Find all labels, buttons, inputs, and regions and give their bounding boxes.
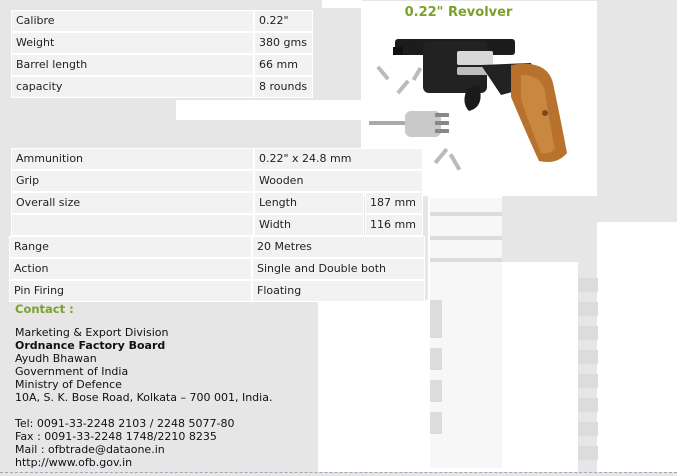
contact-website-link[interactable]: http://www.ofb.gov.in bbox=[15, 456, 132, 469]
contact-address: 10A, S. K. Bose Road, Kolkata – 700 001,… bbox=[15, 391, 273, 404]
contact-ministry: Ministry of Defence bbox=[15, 378, 122, 391]
spec-value-weight: 380 gms bbox=[254, 32, 313, 54]
spec-label-weight: Weight bbox=[11, 32, 254, 54]
layout-block bbox=[322, 0, 362, 8]
layout-block bbox=[578, 422, 598, 436]
contact-division: Marketing & Export Division bbox=[15, 326, 169, 339]
spec-value-pin-firing: Floating bbox=[252, 280, 425, 302]
bottom-divider bbox=[0, 472, 677, 473]
layout-block bbox=[578, 278, 598, 292]
layout-block bbox=[430, 212, 502, 216]
contact-building: Ayudh Bhawan bbox=[15, 352, 97, 365]
spec-value-ammunition: 0.22" x 24.8 mm bbox=[254, 148, 423, 170]
spec-value-grip: Wooden bbox=[254, 170, 423, 192]
layout-block bbox=[318, 300, 430, 472]
spec-value-action: Single and Double both bbox=[252, 258, 425, 280]
spec-label-grip: Grip bbox=[11, 170, 254, 192]
layout-block bbox=[430, 348, 442, 370]
spec-label-action: Action bbox=[9, 258, 252, 280]
layout-block bbox=[430, 380, 442, 402]
layout-block bbox=[430, 236, 502, 240]
spec-label-capacity: capacity bbox=[11, 76, 254, 98]
contact-org: Ordnance Factory Board bbox=[15, 339, 166, 352]
layout-block bbox=[578, 374, 598, 388]
spec-label-barrel-length: Barrel length bbox=[11, 54, 254, 76]
layout-block bbox=[502, 262, 578, 472]
contact-gov: Government of India bbox=[15, 365, 129, 378]
contact-heading: Contact : bbox=[15, 302, 74, 316]
spec-value-range: 20 Metres bbox=[252, 236, 425, 258]
spec-label-range: Range bbox=[9, 236, 252, 258]
spec-value-length: 187 mm bbox=[365, 192, 423, 214]
layout-block bbox=[597, 222, 677, 472]
layout-block bbox=[430, 412, 442, 434]
contact-tel: Tel: 0091-33-2248 2103 / 2248 5077-80 bbox=[15, 417, 235, 430]
spec-sub-label-width: Width bbox=[254, 214, 364, 236]
layout-block bbox=[578, 326, 598, 340]
layout-block bbox=[578, 446, 598, 460]
contact-fax: Fax : 0091-33-2248 1748/2210 8235 bbox=[15, 430, 217, 443]
spec-label-calibre: Calibre bbox=[11, 10, 254, 32]
layout-block bbox=[578, 398, 598, 412]
spec-value-barrel-length: 66 mm bbox=[254, 54, 313, 76]
layout-block bbox=[578, 302, 598, 316]
spec-value-capacity: 8 rounds bbox=[254, 76, 313, 98]
spec-empty-cell bbox=[11, 214, 254, 236]
layout-block bbox=[578, 350, 598, 364]
spec-label-overall-size: Overall size bbox=[11, 192, 254, 214]
layout-block bbox=[176, 100, 361, 120]
layout-block bbox=[430, 300, 442, 338]
spec-label-ammunition: Ammunition bbox=[11, 148, 254, 170]
spec-label-pin-firing: Pin Firing bbox=[9, 280, 252, 302]
spec-value-calibre: 0.22" bbox=[254, 10, 313, 32]
product-title: 0.22" Revolver bbox=[404, 5, 513, 20]
contact-mail[interactable]: Mail : ofbtrade@dataone.in bbox=[15, 443, 165, 456]
spec-value-width: 116 mm bbox=[365, 214, 423, 236]
layout-block bbox=[430, 258, 502, 262]
spec-sub-label-length: Length bbox=[254, 192, 364, 214]
